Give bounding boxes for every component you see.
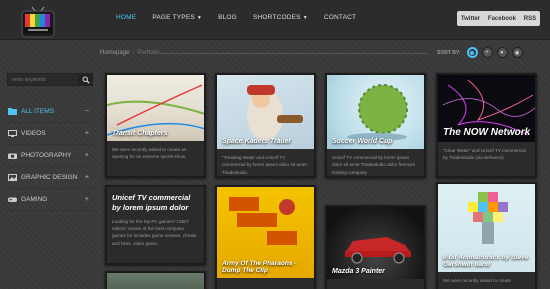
- nav-contact[interactable]: CONTACT: [316, 0, 364, 40]
- card-description: Looking for the top PC games? CNET edito…: [112, 218, 197, 246]
- folder-icon: [7, 107, 17, 116]
- category-sidebar: ALL ITEMS − VIDEOS + PHOTOGRAPHY + GRAPH…: [7, 101, 93, 211]
- caret-down-icon: ▼: [196, 15, 203, 21]
- plus-icon: +: [84, 196, 89, 203]
- portfolio-card[interactable]: Space Kadets Trailer "Treading Water and…: [215, 73, 316, 178]
- card-description: We were recently asked to create an open…: [112, 147, 187, 160]
- sort-controls: SORT BY: + ♥ ◉: [437, 47, 523, 58]
- eye-icon: ◉: [514, 49, 520, 56]
- sidebar-item-label: GAMING: [21, 196, 48, 203]
- rss-link[interactable]: RSS: [524, 16, 536, 22]
- nav-blog[interactable]: BLOG: [210, 0, 245, 40]
- portfolio-card[interactable]: Mazda 3 Painter: [325, 205, 426, 289]
- card-title: Soccer World Cup: [332, 138, 393, 145]
- gamepad-icon: [7, 195, 17, 204]
- nav-shortcodes-label: SHORTCODES: [252, 14, 301, 21]
- sidebar-item-label: PHOTOGRAPHY: [21, 152, 72, 159]
- main-nav: HOME PAGE TYPES ▼ BLOG SHORTCODES ▼ CONTAC…: [108, 0, 364, 40]
- nav-blog-label: BLOG: [218, 14, 237, 21]
- portfolio-card[interactable]: Army Of The Pharaohs - Dump The Clip: [215, 185, 316, 289]
- nav-contact-label: CONTACT: [323, 14, 357, 21]
- breadcrumb: Homepage › Portfolio: [100, 50, 159, 56]
- card-description: We were recently asked to create: [443, 278, 512, 283]
- sort-comments-button[interactable]: ♥: [496, 47, 508, 58]
- plus-icon: +: [84, 152, 89, 159]
- sidebar-item-gaming[interactable]: GAMING +: [7, 189, 93, 211]
- card-thumbnail: Soccer World Cup: [327, 75, 424, 149]
- sidebar-item-all-items[interactable]: ALL ITEMS −: [7, 101, 93, 123]
- sort-label: SORT BY:: [437, 49, 461, 56]
- sidebar-item-graphic-design[interactable]: GRAPHIC DESIGN +: [7, 167, 93, 189]
- heart-icon: ♥: [500, 49, 504, 56]
- portfolio-card[interactable]: Transit Chapters We were recently asked …: [105, 73, 206, 178]
- sidebar-item-label: GRAPHIC DESIGN: [21, 174, 78, 181]
- circle-icon: [470, 50, 475, 55]
- sidebar-item-label: ALL ITEMS: [21, 108, 54, 115]
- caret-down-icon: ▼: [302, 15, 308, 21]
- social-links: Twitter Facebook RSS: [457, 11, 540, 26]
- facebook-link[interactable]: Facebook: [488, 16, 516, 22]
- minus-icon: −: [84, 108, 89, 115]
- card-thumbnail: Army Of The Pharaohs - Dump The Clip: [217, 187, 314, 278]
- portfolio-card[interactable]: [105, 271, 206, 289]
- card-thumbnail: 8-bit Animatronics by Steve Gershwin ban…: [438, 184, 535, 272]
- portfolio-card[interactable]: The NOW Network "Clear Water" and Unicef…: [436, 73, 537, 178]
- top-bar: HOME PAGE TYPES ▼ BLOG SHORTCODES ▼ CONTAC…: [0, 0, 550, 40]
- sort-all-button[interactable]: [466, 47, 478, 58]
- card-thumbnail: Mazda 3 Painter: [327, 207, 424, 279]
- sort-date-button[interactable]: +: [481, 47, 493, 58]
- sidebar-item-videos[interactable]: VIDEOS +: [7, 123, 93, 145]
- card-title: Transit Chapters: [112, 130, 168, 137]
- card-thumbnail: The NOW Network: [438, 75, 535, 142]
- portfolio-card[interactable]: Unicef TV commercial by lorem ipsum dolo…: [105, 185, 206, 265]
- monitor-icon: [7, 129, 17, 138]
- nav-page-types-label: PAGE TYPES: [152, 14, 195, 21]
- plus-icon: +: [485, 49, 489, 56]
- twitter-link[interactable]: Twitter: [461, 16, 480, 22]
- card-title: Space Kadets Trailer: [222, 138, 292, 145]
- search-icon: [82, 76, 90, 84]
- search-box: [7, 73, 93, 86]
- search-button[interactable]: [79, 73, 93, 86]
- card-title: 8-bit Animatronics by Steve Gershwin ban…: [443, 254, 529, 268]
- portfolio-card[interactable]: Soccer World Cup Unicef TV commercial by…: [325, 73, 426, 178]
- nav-home-label: HOME: [116, 14, 137, 21]
- card-title: Army Of The Pharaohs - Dump The Clip: [222, 260, 297, 274]
- picture-icon: [7, 173, 17, 182]
- card-title: Mazda 3 Painter: [332, 268, 385, 275]
- camera-icon: [7, 151, 17, 160]
- card-description: "Treading Water and Unicef TV commercial…: [222, 155, 307, 175]
- sidebar-item-label: VIDEOS: [21, 130, 46, 137]
- tv-logo[interactable]: [16, 3, 60, 39]
- breadcrumb-home[interactable]: Homepage: [100, 50, 129, 56]
- portfolio-card[interactable]: 8-bit Animatronics by Steve Gershwin ban…: [436, 182, 537, 289]
- sidebar-item-photography[interactable]: PHOTOGRAPHY +: [7, 145, 93, 167]
- nav-page-types[interactable]: PAGE TYPES ▼: [144, 0, 210, 40]
- card-thumbnail: Space Kadets Trailer: [217, 75, 314, 149]
- sort-views-button[interactable]: ◉: [511, 47, 523, 58]
- card-thumbnail: [107, 273, 204, 289]
- card-thumbnail: Transit Chapters: [107, 75, 204, 141]
- plus-icon: +: [84, 130, 89, 137]
- card-title: The NOW Network: [443, 127, 531, 138]
- nav-home[interactable]: HOME: [108, 0, 144, 40]
- breadcrumb-separator: ›: [132, 50, 135, 56]
- plus-icon: +: [84, 174, 89, 181]
- nav-shortcodes[interactable]: SHORTCODES ▼: [245, 0, 316, 40]
- header-divider: [152, 53, 427, 54]
- card-description: "Clear Water" and Unicef TV commercial b…: [443, 148, 526, 161]
- card-description: Unicef TV commercial by lorem ipsum dolo…: [332, 155, 416, 175]
- card-title: Unicef TV commercial by lorem ipsum dolo…: [112, 193, 191, 212]
- search-input[interactable]: [7, 73, 79, 86]
